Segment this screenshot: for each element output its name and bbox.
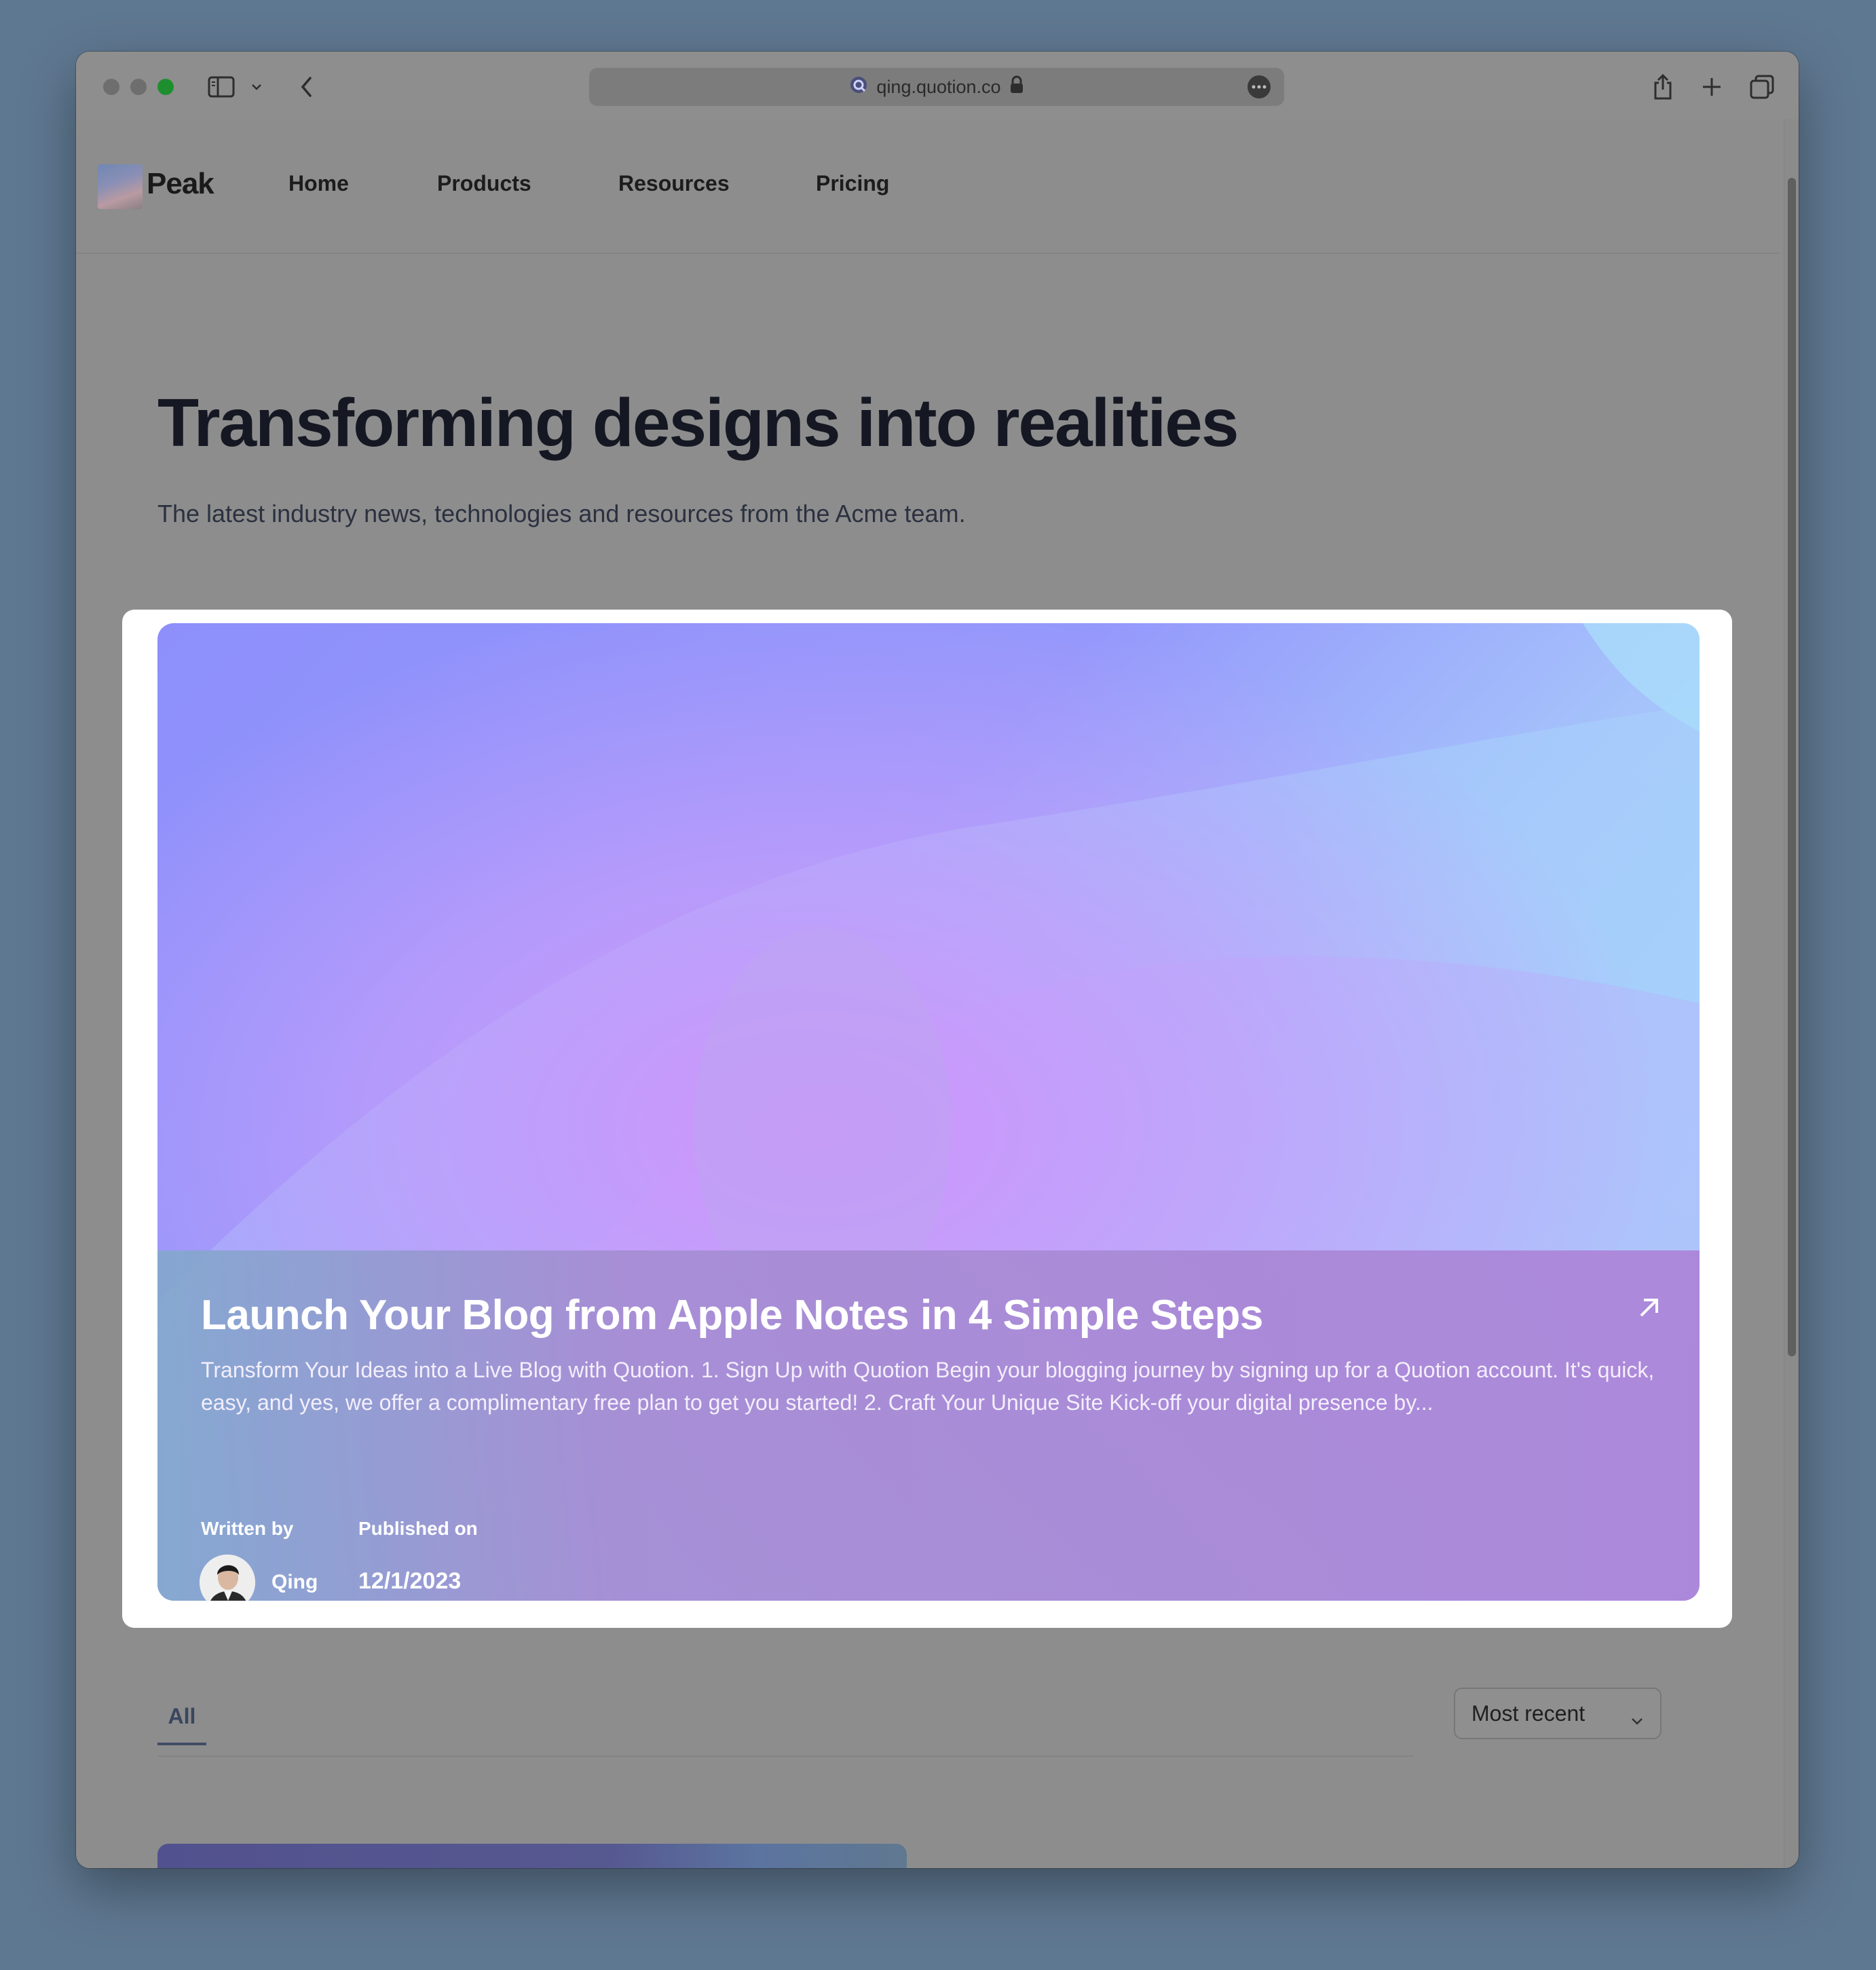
share-icon[interactable] <box>1648 72 1678 102</box>
sort-select-value: Most recent <box>1471 1700 1586 1726</box>
arrow-up-right-icon[interactable] <box>1636 1294 1663 1321</box>
browser-window: qing.quotion.co Peak Home Products Resou… <box>76 52 1799 1868</box>
plus-icon[interactable] <box>1697 72 1727 102</box>
chevron-down-icon[interactable] <box>242 72 271 102</box>
scrollbar[interactable] <box>1784 119 1799 1868</box>
page-title: Transforming designs into realities <box>157 385 1239 461</box>
nav-link-pricing[interactable]: Pricing <box>816 171 889 196</box>
page-subtitle: The latest industry news, technologies a… <box>157 500 966 527</box>
close-window-button[interactable] <box>103 79 119 95</box>
scrollbar-thumb[interactable] <box>1788 178 1796 1356</box>
brand-logo[interactable] <box>98 164 143 209</box>
lock-icon <box>1009 75 1024 99</box>
zoom-window-button[interactable] <box>157 79 174 95</box>
nav-link-home[interactable]: Home <box>288 171 349 196</box>
more-options-icon[interactable] <box>1247 75 1271 98</box>
address-bar[interactable]: qing.quotion.co <box>589 68 1284 106</box>
sort-select[interactable]: Most recent <box>1454 1688 1662 1739</box>
post-card-preview[interactable] <box>157 1844 907 1868</box>
url-text: qing.quotion.co <box>876 76 1001 97</box>
avatar <box>200 1555 255 1601</box>
sidebar-icon[interactable] <box>206 72 236 102</box>
nav-link-products[interactable]: Products <box>437 171 531 196</box>
brand-name[interactable]: Peak <box>147 167 214 201</box>
nav-link-resources[interactable]: Resources <box>618 171 730 196</box>
featured-post-card[interactable]: Launch Your Blog from Apple Notes in 4 S… <box>157 623 1700 1601</box>
minimize-window-button[interactable] <box>130 79 147 95</box>
site-favicon-icon <box>849 75 868 99</box>
chevron-left-icon[interactable] <box>292 72 322 102</box>
featured-post-title[interactable]: Launch Your Blog from Apple Notes in 4 S… <box>201 1291 1263 1339</box>
published-date: 12/1/2023 <box>358 1568 462 1594</box>
browser-toolbar: qing.quotion.co <box>76 52 1799 119</box>
written-by-label: Written by <box>201 1518 294 1539</box>
chevron-down-icon <box>1629 1707 1645 1732</box>
tabs-divider <box>157 1755 1413 1757</box>
featured-post-excerpt: Transform Your Ideas into a Live Blog wi… <box>201 1358 1655 1415</box>
published-on-label: Published on <box>358 1518 478 1539</box>
tab-all[interactable]: All <box>157 1704 206 1745</box>
author-name[interactable]: Qing <box>271 1571 318 1594</box>
tabs-overview-icon[interactable] <box>1747 72 1777 102</box>
